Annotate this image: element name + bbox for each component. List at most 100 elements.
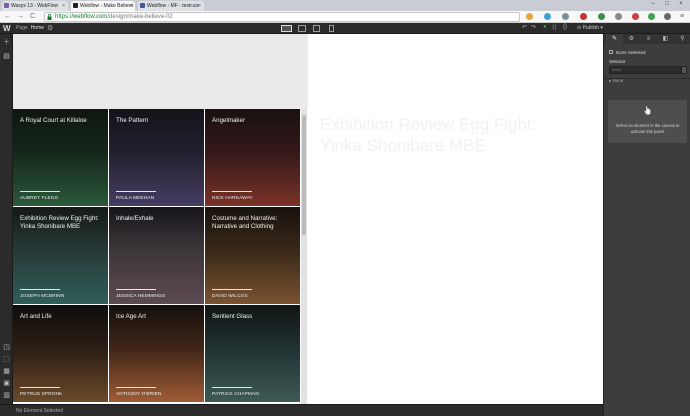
webflow-logo[interactable]: W <box>3 24 11 33</box>
article-card[interactable]: Sentient Glass PATRICK CHAPMAN <box>205 305 300 402</box>
url-host: https://webflow.com <box>55 14 108 20</box>
selector-input[interactable]: None <box>609 66 681 74</box>
article-grid: A Royal Court at Killaloe AUBREY FLEGG The… <box>13 109 301 404</box>
card-author: ANTHONY O'BRIEN <box>116 392 162 397</box>
divider <box>604 78 690 79</box>
card-divider <box>116 387 156 388</box>
back-button[interactable]: ← <box>4 13 11 21</box>
close-icon[interactable]: × <box>129 3 132 9</box>
left-toolbar: ＋ ▤ ◳ ⬚ ▦ ▣ ▥ ? <box>0 34 13 416</box>
canvas-scrollbar-thumb[interactable] <box>302 115 306 235</box>
card-title: The Pattern <box>116 117 149 124</box>
export-icon[interactable]: {} <box>563 24 567 30</box>
card-title: Ice Age Art <box>116 313 146 320</box>
extension-icon[interactable] <box>598 13 605 20</box>
forward-button[interactable]: → <box>17 13 24 21</box>
card-author: JOSEPH MCBRINN <box>20 294 65 299</box>
browser-tab[interactable]: Wasys 13 - WebFlow × <box>2 1 68 11</box>
none-selected-checkbox[interactable] <box>609 50 613 54</box>
none-selected-label: None Selected <box>616 50 646 55</box>
tab-title: Webflow - Make Believe <box>80 3 134 9</box>
selector-dropdown-button[interactable] <box>681 66 687 74</box>
page-settings-icon[interactable]: ⚙ <box>47 24 53 32</box>
tab-title: Webflow - MF - testcuis <box>147 3 200 9</box>
extension-icon[interactable] <box>664 13 671 20</box>
tablet-landscape-button[interactable] <box>298 25 306 32</box>
extension-icon[interactable] <box>615 13 622 20</box>
phone-view-button[interactable] <box>329 25 334 32</box>
symbols-icon[interactable]: ▦ <box>3 368 10 375</box>
url-field[interactable]: https://webflow.com/design/make-believe-… <box>44 12 520 22</box>
card-author: AUBREY FLEGG <box>20 196 59 201</box>
browser-tab-active[interactable]: Webflow - Make Believe × <box>71 1 135 11</box>
article-card[interactable]: Costume and Narrative: Narrative and Clo… <box>205 207 300 304</box>
selector-label: Selector <box>609 59 626 64</box>
publish-button[interactable]: ⊙ Publish ▾ <box>577 25 603 31</box>
article-card[interactable]: Exhibition Review Egg Fight: Yinka Shoni… <box>13 207 108 304</box>
minimize-button[interactable]: – <box>646 0 660 9</box>
extension-icon[interactable] <box>648 13 655 20</box>
favicon-icon <box>4 3 9 8</box>
article-card[interactable]: Ice Age Art ANTHONY O'BRIEN <box>109 305 204 402</box>
card-divider <box>20 191 60 192</box>
navigator-icon[interactable]: ◳ <box>3 344 10 351</box>
designer-top-bar: W Page Home ⚙ ↶ ↷ ● ⟨⟩ {} ⊙ Publish ▾ <box>0 23 690 34</box>
select-icon[interactable]: ⬚ <box>3 356 10 363</box>
browser-tab-bar: Wasys 13 - WebFlow × Webflow - Make Beli… <box>0 0 690 11</box>
tab-style[interactable]: ✎ <box>606 34 623 44</box>
tab-search[interactable]: ⚲ <box>674 34 690 44</box>
undo-icon[interactable]: ↶ <box>522 24 527 31</box>
card-divider <box>116 289 156 290</box>
favicon-icon <box>140 3 145 8</box>
reload-button[interactable]: C <box>30 13 35 21</box>
menu-icon[interactable]: ≡ <box>680 13 684 21</box>
status-icon[interactable]: ● <box>543 24 547 30</box>
card-title: Art and Life <box>20 313 52 320</box>
page-name: Home <box>30 25 45 31</box>
article-card[interactable]: Inhale/Exhale JESSICA HEMMINGS <box>109 207 204 304</box>
card-divider <box>212 191 252 192</box>
canvas-header-area <box>13 34 308 109</box>
close-icon[interactable]: × <box>62 3 65 9</box>
desktop-view-button[interactable] <box>281 25 292 32</box>
tablet-portrait-button[interactable] <box>313 25 320 32</box>
card-author: JESSICA HEMMINGS <box>116 294 166 299</box>
extension-icon[interactable] <box>526 13 533 20</box>
status-bar: No Element Selected <box>0 404 603 416</box>
extension-icon[interactable] <box>544 13 551 20</box>
design-canvas[interactable]: Exhibition Review Egg Fight: Yinka Shoni… <box>13 34 603 404</box>
redo-icon[interactable]: ↷ <box>531 24 536 31</box>
extension-icon[interactable] <box>580 13 587 20</box>
page-label: Page <box>16 25 28 31</box>
close-window-button[interactable]: × <box>674 0 688 9</box>
article-card[interactable]: Angelmaker NICK HARKAWAY <box>205 109 300 206</box>
code-icon[interactable]: ⟨⟩ <box>552 24 557 31</box>
address-bar-row: ← → C https://webflow.com/design/make-be… <box>0 11 690 23</box>
ghost-heading: Exhibition Review Egg Fight: Yinka Shoni… <box>320 115 537 155</box>
article-card[interactable]: Art and Life PETRUS SPRONK <box>13 305 108 402</box>
tab-interactions[interactable]: ◧ <box>657 34 674 44</box>
card-author: PATRICK CHAPMAN <box>212 392 259 397</box>
maximize-button[interactable]: □ <box>660 0 674 9</box>
card-divider <box>212 289 252 290</box>
card-divider <box>20 289 60 290</box>
style-panel: ✎ ⚙ ≡ ◧ ⚲ None Selected Selector None ▸ … <box>603 34 690 416</box>
article-card[interactable]: A Royal Court at Killaloe AUBREY FLEGG <box>13 109 108 206</box>
card-divider <box>20 387 60 388</box>
page-selector[interactable]: Page Home <box>16 25 44 31</box>
tab-navigator[interactable]: ≡ <box>640 34 657 44</box>
extension-icon[interactable] <box>632 13 639 20</box>
tab-settings[interactable]: ⚙ <box>623 34 640 44</box>
card-author: DAVID WILCOX <box>212 294 248 299</box>
cms-icon[interactable]: ▥ <box>3 392 10 399</box>
close-icon[interactable]: × <box>198 3 201 9</box>
article-card[interactable]: The Pattern PAULA MEEHAN <box>109 109 204 206</box>
assets-icon[interactable]: ▣ <box>3 380 10 387</box>
card-author: NICK HARKAWAY <box>212 196 253 201</box>
extension-icon[interactable] <box>562 13 569 20</box>
browser-tab[interactable]: Webflow - MF - testcuis × <box>138 1 204 11</box>
add-element-icon[interactable]: ＋ <box>3 39 10 46</box>
canvas-hint: Select an element in the canvas to activ… <box>615 123 680 134</box>
pages-icon[interactable]: ▤ <box>3 53 10 60</box>
url-path: /design/make-believe-02 <box>107 14 173 20</box>
